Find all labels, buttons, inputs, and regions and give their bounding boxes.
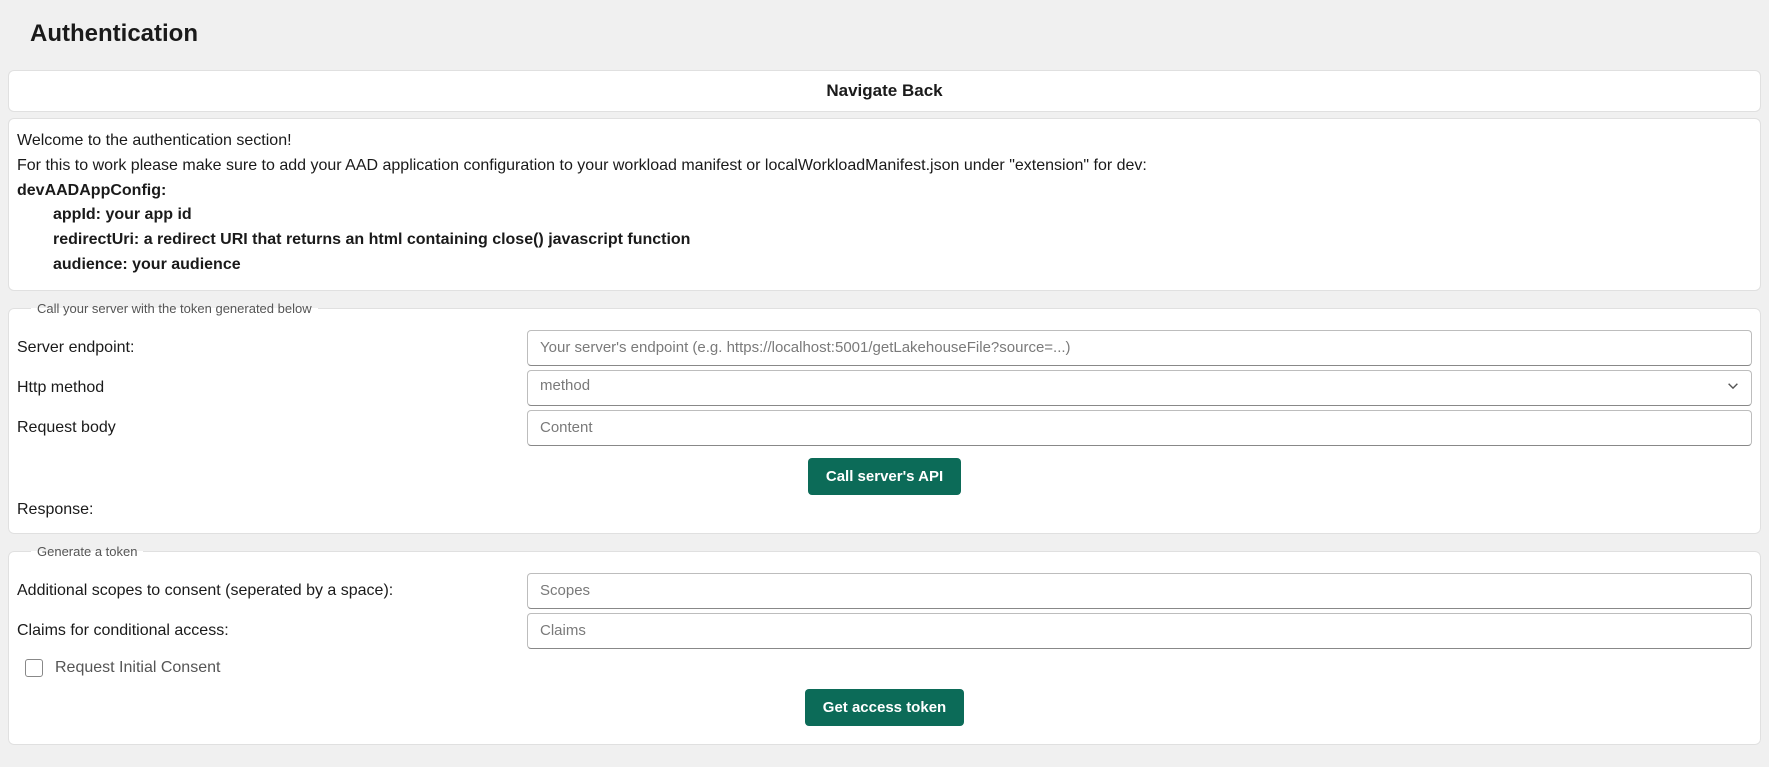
page-title: Authentication: [0, 0, 1769, 64]
request-body-label: Request body: [17, 419, 527, 437]
request-initial-consent-checkbox[interactable]: [25, 659, 43, 677]
http-method-select[interactable]: method: [527, 370, 1752, 406]
server-call-section: Call your server with the token generate…: [8, 301, 1761, 534]
claims-label: Claims for conditional access:: [17, 622, 527, 640]
request-body-input[interactable]: [527, 410, 1752, 446]
config-redirect-uri: redirectUri: a redirect URI that returns…: [17, 228, 1752, 253]
config-audience: audience: your audience: [17, 253, 1752, 278]
token-section-legend: Generate a token: [31, 544, 143, 559]
generate-token-section: Generate a token Additional scopes to co…: [8, 544, 1761, 745]
scopes-input[interactable]: [527, 573, 1752, 609]
scopes-label: Additional scopes to consent (seperated …: [17, 582, 527, 600]
config-header: devAADAppConfig:: [17, 179, 1752, 204]
server-endpoint-label: Server endpoint:: [17, 339, 527, 357]
navigate-back-button[interactable]: Navigate Back: [8, 70, 1761, 112]
config-appid: appId: your app id: [17, 203, 1752, 228]
claims-input[interactable]: [527, 613, 1752, 649]
call-server-api-button[interactable]: Call server's API: [808, 458, 961, 495]
welcome-text: Welcome to the authentication section!: [17, 129, 1752, 154]
http-method-label: Http method: [17, 379, 527, 397]
server-section-legend: Call your server with the token generate…: [31, 301, 318, 316]
get-access-token-button[interactable]: Get access token: [805, 689, 964, 726]
response-label: Response:: [17, 501, 1752, 519]
instruction-text: For this to work please make sure to add…: [17, 154, 1752, 179]
request-initial-consent-label: Request Initial Consent: [55, 659, 220, 677]
server-endpoint-input[interactable]: [527, 330, 1752, 366]
info-panel: Welcome to the authentication section! F…: [8, 118, 1761, 291]
